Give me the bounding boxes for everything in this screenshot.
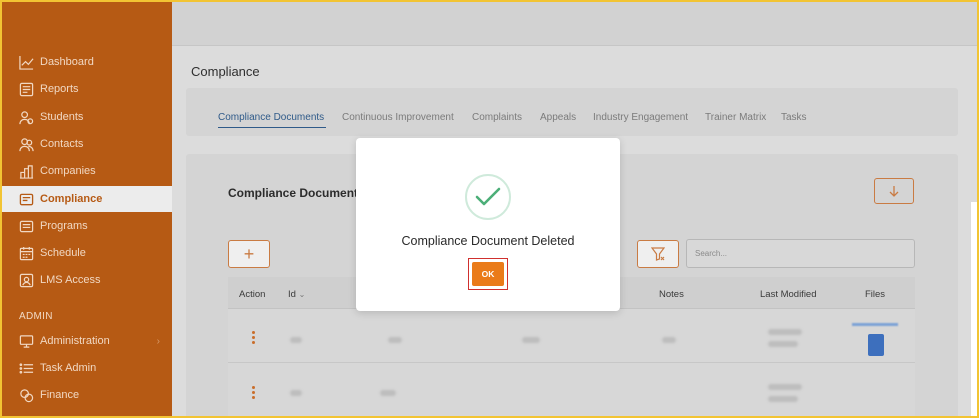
success-dialog: Compliance Document Deleted OK [356, 138, 620, 311]
section-title: Compliance Documents [228, 186, 365, 200]
sidebar-item-label: Programs [40, 220, 88, 232]
sidebar-item-label: Companies [40, 165, 96, 177]
filter-icon [651, 247, 665, 261]
scrollbar[interactable] [971, 202, 977, 416]
kebab-menu-icon[interactable] [252, 386, 256, 400]
tab-appeals[interactable]: Appeals [540, 112, 576, 123]
kebab-menu-icon[interactable] [252, 331, 256, 345]
table-row [228, 309, 915, 363]
redacted-cell [768, 384, 802, 390]
tabs-bar: Compliance Documents Continuous Improvem… [186, 88, 958, 136]
coins-icon [18, 387, 34, 403]
sidebar-item-label: Compliance [40, 193, 103, 205]
redacted-cell [388, 337, 402, 343]
chevron-down-icon: ⌄ [298, 290, 306, 299]
file-link[interactable] [852, 323, 898, 326]
programs-icon [18, 218, 34, 234]
companies-icon [18, 163, 34, 179]
tab-industry-engagement[interactable]: Industry Engagement [593, 112, 688, 123]
sidebar-item-administration[interactable]: Administration › [2, 328, 172, 354]
report-icon [18, 81, 34, 97]
sidebar-item-companies[interactable]: Companies [2, 158, 172, 184]
chart-line-icon [18, 54, 34, 70]
sidebar-item-finance[interactable]: Finance [2, 382, 172, 408]
redacted-cell [380, 390, 396, 396]
sidebar-item-reports[interactable]: Reports [2, 76, 172, 102]
column-header-id-label: Id [288, 289, 296, 300]
column-header-id[interactable]: Id ⌄ [288, 289, 305, 300]
dialog-message: Compliance Document Deleted [401, 234, 575, 248]
redacted-cell [768, 341, 798, 347]
file-icon[interactable] [868, 334, 884, 356]
app-window: Dashboard Reports Students Contacts Comp… [0, 0, 979, 418]
sidebar: Dashboard Reports Students Contacts Comp… [2, 2, 172, 416]
redacted-cell [662, 337, 676, 343]
column-header-files: Files [865, 289, 886, 300]
search-input[interactable] [686, 239, 915, 268]
list-icon [18, 360, 34, 376]
redacted-cell [290, 337, 302, 343]
tab-complaints[interactable]: Complaints [472, 112, 522, 123]
sidebar-item-schedule[interactable]: Schedule [2, 240, 172, 266]
filter-button[interactable] [637, 240, 679, 268]
sidebar-item-task-admin[interactable]: Task Admin [2, 355, 172, 381]
sidebar-item-label: Students [40, 111, 84, 123]
tab-trainer-matrix[interactable]: Trainer Matrix [705, 112, 766, 123]
contacts-icon [18, 136, 34, 152]
redacted-cell [768, 396, 798, 402]
ok-button[interactable]: OK [472, 262, 504, 286]
add-document-button[interactable]: + [228, 240, 270, 268]
sidebar-item-label: Administration [40, 335, 110, 347]
monitor-icon [18, 333, 34, 349]
top-bar [172, 2, 977, 46]
chevron-right-icon: › [156, 336, 160, 347]
column-header-notes: Notes [659, 289, 684, 300]
column-header-action: Action [239, 289, 266, 300]
sidebar-item-label: Task Admin [40, 362, 97, 374]
tab-tasks[interactable]: Tasks [781, 112, 807, 123]
sidebar-item-label: Dashboard [40, 56, 94, 68]
sidebar-item-lms-access[interactable]: LMS Access [2, 267, 172, 293]
calendar-icon [18, 245, 34, 261]
sidebar-item-label: LMS Access [40, 274, 101, 286]
sidebar-item-compliance[interactable]: Compliance [2, 186, 172, 212]
redacted-cell [768, 329, 802, 335]
redacted-cell [290, 390, 302, 396]
tab-continuous-improvement[interactable]: Continuous Improvement [342, 112, 454, 123]
compliance-icon [18, 191, 34, 207]
tab-compliance-documents[interactable]: Compliance Documents [218, 112, 324, 123]
sidebar-item-label: Schedule [40, 247, 86, 259]
sidebar-section-admin: ADMIN [19, 311, 53, 322]
sidebar-item-programs[interactable]: Programs [2, 213, 172, 239]
download-button[interactable] [874, 178, 914, 204]
page-title: Compliance [191, 64, 260, 79]
sidebar-item-label: Contacts [40, 138, 84, 150]
students-icon [18, 109, 34, 125]
redacted-cell [522, 337, 540, 343]
active-tab-indicator [218, 127, 326, 128]
lms-icon [18, 272, 34, 288]
table-row [228, 364, 915, 416]
arrow-down-icon [889, 186, 899, 197]
sidebar-item-label: Reports [40, 83, 79, 95]
sidebar-item-contacts[interactable]: Contacts [2, 131, 172, 157]
check-circle-icon [465, 174, 511, 220]
sidebar-item-students[interactable]: Students [2, 104, 172, 130]
sidebar-item-label: Finance [40, 389, 80, 401]
column-header-last-modified: Last Modified [760, 289, 817, 300]
sidebar-item-dashboard[interactable]: Dashboard [2, 49, 172, 75]
